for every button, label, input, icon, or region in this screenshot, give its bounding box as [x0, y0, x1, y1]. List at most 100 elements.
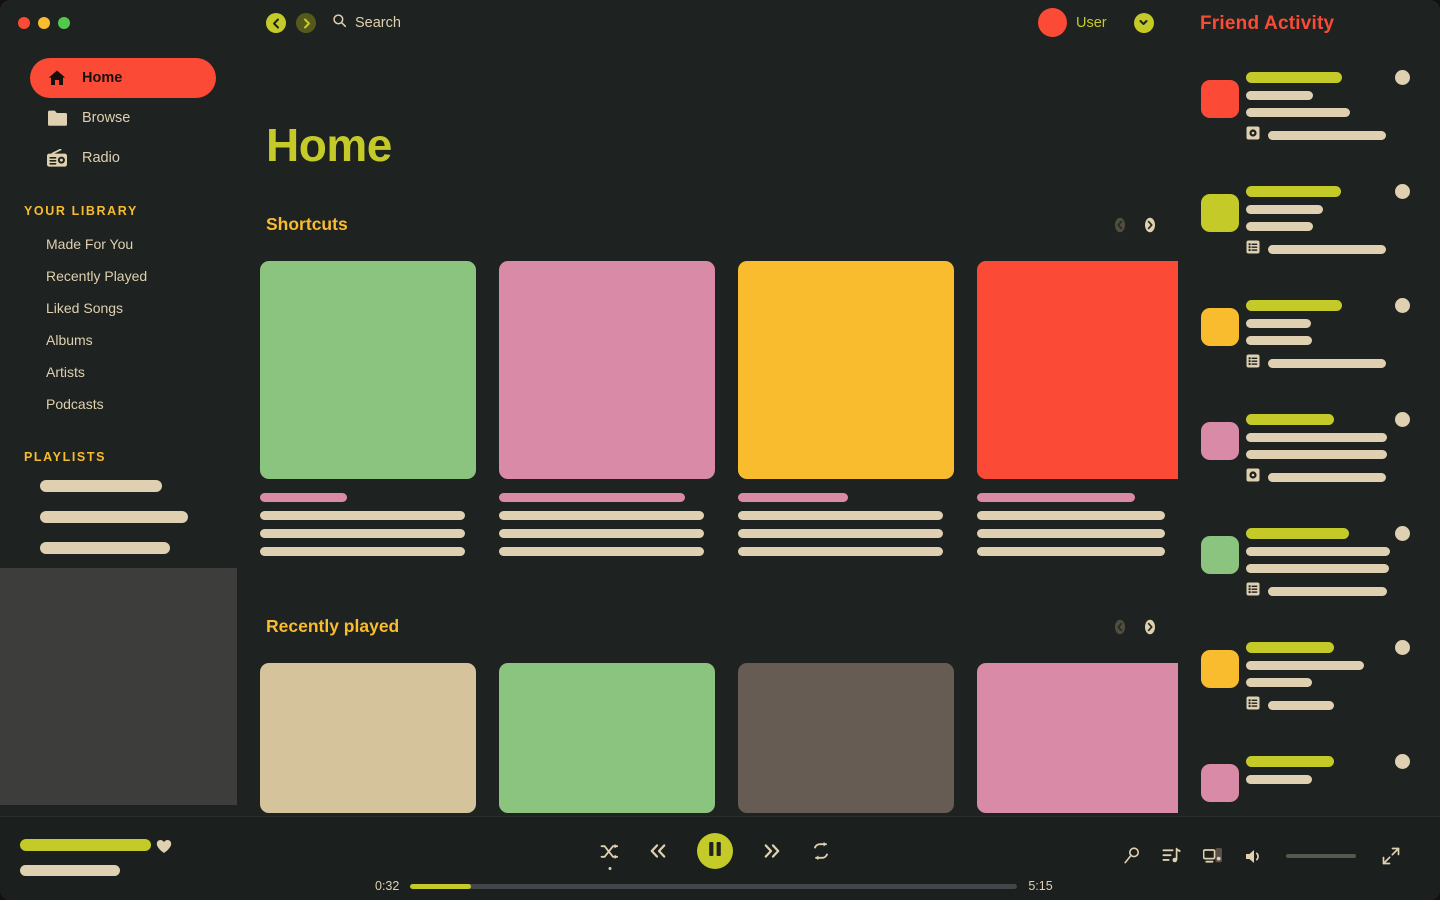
- friend-context-skeleton: [1268, 701, 1334, 710]
- maximize-window-button[interactable]: [58, 17, 70, 29]
- folder-icon: [46, 107, 68, 129]
- repeat-button[interactable]: [811, 841, 831, 861]
- playlist-icon: [1246, 354, 1260, 373]
- scroll-next-icon[interactable]: [1142, 217, 1158, 233]
- friend-details: [1246, 168, 1440, 259]
- friend-artist-skeleton: [1246, 108, 1350, 117]
- friend-activity-item[interactable]: [1178, 616, 1440, 730]
- next-button[interactable]: [761, 842, 783, 860]
- progress-bar[interactable]: 0:32 5:15: [375, 879, 1053, 893]
- friend-details: [1246, 396, 1440, 487]
- sidebar-item-home[interactable]: Home: [30, 58, 216, 98]
- card-line-skeleton: [977, 511, 1165, 520]
- play-pause-button[interactable]: [697, 833, 733, 869]
- shortcuts-row-header: Shortcuts: [266, 214, 1158, 235]
- title-bar: Search User Friend Activity: [0, 0, 1440, 46]
- card-line-skeleton: [738, 547, 943, 556]
- card-title-skeleton: [260, 493, 347, 502]
- user-menu[interactable]: User: [1038, 8, 1154, 37]
- sidebar-item-radio[interactable]: Radio: [30, 138, 216, 178]
- friend-timestamp: [1395, 526, 1410, 541]
- card-title-skeleton: [977, 493, 1135, 502]
- card-line-skeleton: [499, 511, 704, 520]
- friend-timestamp: [1395, 298, 1410, 313]
- friend-context: [1246, 468, 1440, 487]
- playlist-item[interactable]: [40, 480, 162, 492]
- friend-timestamp: [1395, 640, 1410, 655]
- card[interactable]: [738, 663, 954, 813]
- heart-icon[interactable]: [156, 839, 172, 858]
- friend-track-skeleton: [1246, 433, 1387, 442]
- card[interactable]: [977, 261, 1178, 556]
- volume-icon[interactable]: [1245, 848, 1264, 865]
- friend-activity-item[interactable]: [1178, 46, 1440, 160]
- forward-button[interactable]: [296, 13, 316, 33]
- shortcuts-cards: [260, 261, 1178, 556]
- card[interactable]: [260, 663, 476, 813]
- sidebar-item-browse[interactable]: Browse: [30, 98, 216, 138]
- microphone-icon[interactable]: [1123, 847, 1140, 865]
- now-playing-info: [20, 839, 172, 876]
- friend-track-skeleton: [1246, 205, 1323, 214]
- friend-context: [1246, 582, 1440, 601]
- scroll-prev-icon[interactable]: [1112, 619, 1128, 635]
- card[interactable]: [977, 663, 1178, 813]
- home-icon: [46, 67, 68, 89]
- friend-context-skeleton: [1268, 587, 1387, 596]
- album-disc-icon: [1246, 126, 1260, 145]
- sidebar-item-recently-played[interactable]: Recently Played: [46, 260, 238, 292]
- sidebar-item-liked-songs[interactable]: Liked Songs: [46, 292, 238, 324]
- card-line-skeleton: [499, 529, 704, 538]
- friend-details: [1246, 282, 1440, 373]
- traffic-lights: [18, 17, 70, 29]
- search-bar[interactable]: Search: [332, 13, 401, 33]
- playlist-item[interactable]: [40, 511, 188, 523]
- row-nav: [1112, 619, 1158, 635]
- scroll-prev-icon[interactable]: [1112, 217, 1128, 233]
- friend-details: [1246, 510, 1440, 601]
- close-window-button[interactable]: [18, 17, 30, 29]
- avatar: [1038, 8, 1067, 37]
- queue-icon[interactable]: [1162, 847, 1181, 865]
- card[interactable]: [499, 663, 715, 813]
- friend-details: [1246, 738, 1440, 784]
- sidebar-item-made-for-you[interactable]: Made For You: [46, 228, 238, 260]
- friend-activity-item[interactable]: [1178, 730, 1440, 816]
- previous-button[interactable]: [647, 842, 669, 860]
- friend-avatar: [1201, 80, 1239, 118]
- friend-name-skeleton: [1246, 186, 1341, 197]
- devices-icon[interactable]: [1203, 847, 1223, 865]
- sidebar-item-artists[interactable]: Artists: [46, 356, 238, 388]
- now-playing-artwork: [0, 568, 237, 805]
- section-title: Recently played: [266, 616, 400, 636]
- friend-artist-skeleton: [1246, 222, 1313, 231]
- minimize-window-button[interactable]: [38, 17, 50, 29]
- card[interactable]: [499, 261, 715, 556]
- sidebar-item-albums[interactable]: Albums: [46, 324, 238, 356]
- volume-slider[interactable]: [1286, 854, 1356, 858]
- friend-activity-item[interactable]: [1178, 388, 1440, 502]
- card[interactable]: [738, 261, 954, 556]
- back-button[interactable]: [266, 13, 286, 33]
- radio-icon: [46, 147, 68, 169]
- friend-activity-item[interactable]: [1178, 274, 1440, 388]
- now-playing-artist-skeleton: [20, 865, 120, 876]
- friend-details: [1246, 54, 1440, 145]
- friend-activity-item[interactable]: [1178, 502, 1440, 616]
- elapsed-time: 0:32: [375, 879, 400, 893]
- friend-activity-item[interactable]: [1178, 160, 1440, 274]
- friend-avatar: [1201, 764, 1239, 802]
- friend-name-skeleton: [1246, 72, 1342, 83]
- fullscreen-icon[interactable]: [1382, 847, 1400, 865]
- card-line-skeleton: [738, 511, 943, 520]
- card[interactable]: [260, 261, 476, 556]
- scroll-next-icon[interactable]: [1142, 619, 1158, 635]
- progress-fill: [410, 883, 472, 889]
- chevron-down-icon[interactable]: [1133, 12, 1154, 33]
- progress-track[interactable]: [410, 883, 1018, 889]
- sidebar-item-podcasts[interactable]: Podcasts: [46, 388, 238, 420]
- playlist-item[interactable]: [40, 542, 170, 554]
- shuffle-button[interactable]: [600, 842, 619, 870]
- friend-context-skeleton: [1268, 473, 1386, 482]
- friend-context: [1246, 126, 1440, 145]
